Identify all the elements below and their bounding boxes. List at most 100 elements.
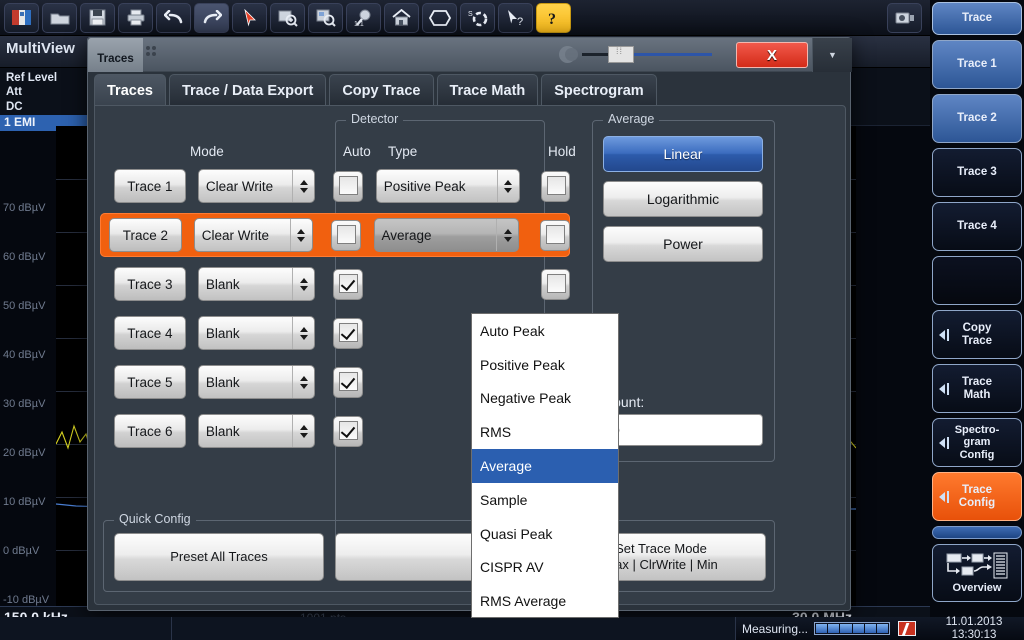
- channel-settings: Ref Level Att DC: [6, 71, 57, 114]
- transparency-icon: [559, 46, 578, 63]
- detector-option-negative-peak[interactable]: Negative Peak: [472, 382, 618, 416]
- sequencer-icon[interactable]: S: [460, 2, 495, 33]
- detector-option-positive-peak[interactable]: Positive Peak: [472, 348, 618, 382]
- overview-label: Overview: [952, 581, 1002, 594]
- home-icon[interactable]: [384, 2, 419, 33]
- mode-combo-2[interactable]: Clear Write: [193, 218, 313, 252]
- drag-handle-icon[interactable]: [146, 46, 160, 56]
- detector-option-sample[interactable]: Sample: [472, 483, 618, 517]
- auto-checkbox-4[interactable]: [333, 317, 363, 349]
- softkey-spectrogram-config[interactable]: Spectro- gram Config: [932, 418, 1022, 467]
- redo-icon[interactable]: [194, 2, 229, 33]
- type-spinner-1[interactable]: [496, 170, 519, 202]
- tab-trace-math[interactable]: Trace Math: [436, 74, 539, 106]
- trace-button-5[interactable]: Trace 5: [114, 365, 186, 399]
- trace-button-1[interactable]: Trace 1: [114, 169, 186, 203]
- warning-icon[interactable]: [898, 621, 916, 636]
- auto-checkbox-3[interactable]: [333, 268, 363, 300]
- type-combo-1[interactable]: Positive Peak: [375, 169, 520, 203]
- detector-option-rms-average[interactable]: RMS Average: [472, 584, 618, 618]
- softkey-overview[interactable]: Overview: [932, 544, 1022, 602]
- softkey-trace-1[interactable]: Trace 1: [932, 40, 1022, 89]
- detector-option-cispr-av[interactable]: CISPR AV: [472, 551, 618, 585]
- screenshot-icon[interactable]: [887, 2, 922, 33]
- mode-spinner-4[interactable]: [292, 317, 314, 349]
- print-icon[interactable]: [118, 2, 153, 33]
- dialog-tab-handle[interactable]: Traces: [88, 38, 143, 72]
- transparency-control[interactable]: [559, 46, 712, 63]
- dialog-title-bar[interactable]: Traces X ▼: [88, 38, 852, 72]
- tab-traces[interactable]: Traces: [94, 74, 166, 106]
- zoom-in-icon[interactable]: [270, 2, 305, 33]
- save-icon[interactable]: [80, 2, 115, 33]
- detector-option-auto-peak[interactable]: Auto Peak: [472, 314, 618, 348]
- mode-combo-6[interactable]: Blank: [197, 414, 316, 448]
- auto-checkbox-6[interactable]: [333, 415, 363, 447]
- detector-option-rms[interactable]: RMS: [472, 415, 618, 449]
- softkey-separator: [932, 526, 1022, 539]
- softkey-empty[interactable]: [932, 256, 1022, 305]
- tab-trace-data-export[interactable]: Trace / Data Export: [168, 74, 327, 106]
- open-folder-icon[interactable]: [42, 2, 77, 33]
- count-input[interactable]: 0: [603, 414, 763, 446]
- type-combo-2[interactable]: Average: [373, 218, 520, 252]
- undo-icon[interactable]: [156, 2, 191, 33]
- mode-combo-3[interactable]: Blank: [197, 267, 316, 301]
- trace-button-2[interactable]: Trace 2: [109, 218, 182, 252]
- softkey-trace-2[interactable]: Trace 2: [932, 94, 1022, 143]
- trace-button-4[interactable]: Trace 4: [114, 316, 186, 350]
- average-power-button[interactable]: Power: [603, 226, 763, 262]
- auto-checkbox-2[interactable]: [330, 219, 361, 251]
- softkey-trace-math[interactable]: Trace Math: [932, 364, 1022, 413]
- preset-all-traces-button[interactable]: Preset All Traces: [114, 533, 324, 581]
- app-icon[interactable]: [4, 2, 39, 33]
- trace-row-2: Trace 2 Clear Write Average: [100, 213, 570, 257]
- mode-spinner-1[interactable]: [292, 170, 314, 202]
- tab-spectrogram[interactable]: Spectrogram: [541, 74, 657, 106]
- mode-spinner-6[interactable]: [292, 415, 314, 447]
- average-logarithmic-button[interactable]: Logarithmic: [603, 181, 763, 217]
- type-spinner-2[interactable]: [496, 219, 518, 251]
- detector-option-average[interactable]: Average: [472, 449, 618, 483]
- zoom-one-to-one-icon[interactable]: 1:1: [346, 2, 381, 33]
- fullscreen-icon[interactable]: [422, 2, 457, 33]
- window-dropdown-button[interactable]: ▼: [812, 38, 852, 72]
- tab-copy-trace[interactable]: Copy Trace: [329, 74, 434, 106]
- trace-button-3[interactable]: Trace 3: [114, 267, 186, 301]
- select-cursor-icon[interactable]: [232, 2, 267, 33]
- mode-combo-4[interactable]: Blank: [197, 316, 316, 350]
- mode-combo-1[interactable]: Clear Write: [197, 169, 316, 203]
- average-mode-buttons: Linear Logarithmic Power: [603, 136, 763, 262]
- y-label-20: 20 dBµV: [3, 447, 46, 459]
- transparency-slider[interactable]: [582, 46, 712, 63]
- softkey-trace-3[interactable]: Trace 3: [932, 148, 1022, 197]
- hold-checkbox-1[interactable]: [540, 170, 570, 202]
- close-button[interactable]: X: [736, 42, 808, 68]
- help-pointer-icon[interactable]: ?: [498, 2, 533, 33]
- detector-dropdown-list[interactable]: Auto Peak Positive Peak Negative Peak RM…: [471, 313, 619, 618]
- help-icon[interactable]: ?: [536, 2, 571, 33]
- mode-combo-5[interactable]: Blank: [197, 365, 316, 399]
- multi-zoom-icon[interactable]: [308, 2, 343, 33]
- set-trace-mode-line2: Max | ClrWrite | Min: [604, 557, 718, 572]
- average-linear-button[interactable]: Linear: [603, 136, 763, 172]
- y-label-40: 40 dBµV: [3, 349, 46, 361]
- softkey-copy-trace[interactable]: Copy Trace: [932, 310, 1022, 359]
- auto-checkbox-5[interactable]: [333, 366, 363, 398]
- trace-button-6[interactable]: Trace 6: [114, 414, 186, 448]
- detector-option-quasi-peak[interactable]: Quasi Peak: [472, 517, 618, 551]
- softkey-trace-4[interactable]: Trace 4: [932, 202, 1022, 251]
- softkey-trace-config[interactable]: Trace Config: [932, 472, 1022, 521]
- auto-checkbox-1[interactable]: [333, 170, 363, 202]
- status-time: 13:30:13: [951, 628, 997, 640]
- y-label-50: 50 dBµV: [3, 300, 46, 312]
- svg-text:1:1: 1:1: [354, 21, 364, 27]
- hold-checkbox-2[interactable]: [540, 219, 570, 251]
- tab-multiview[interactable]: MultiView: [6, 40, 75, 57]
- mode-spinner-2[interactable]: [289, 219, 312, 251]
- hold-checkbox-3[interactable]: [540, 268, 570, 300]
- mode-spinner-5[interactable]: [292, 366, 314, 398]
- dc-label: DC: [6, 100, 23, 113]
- mode-spinner-3[interactable]: [292, 268, 314, 300]
- softkey-trace-math-label: Trace Math: [961, 375, 993, 401]
